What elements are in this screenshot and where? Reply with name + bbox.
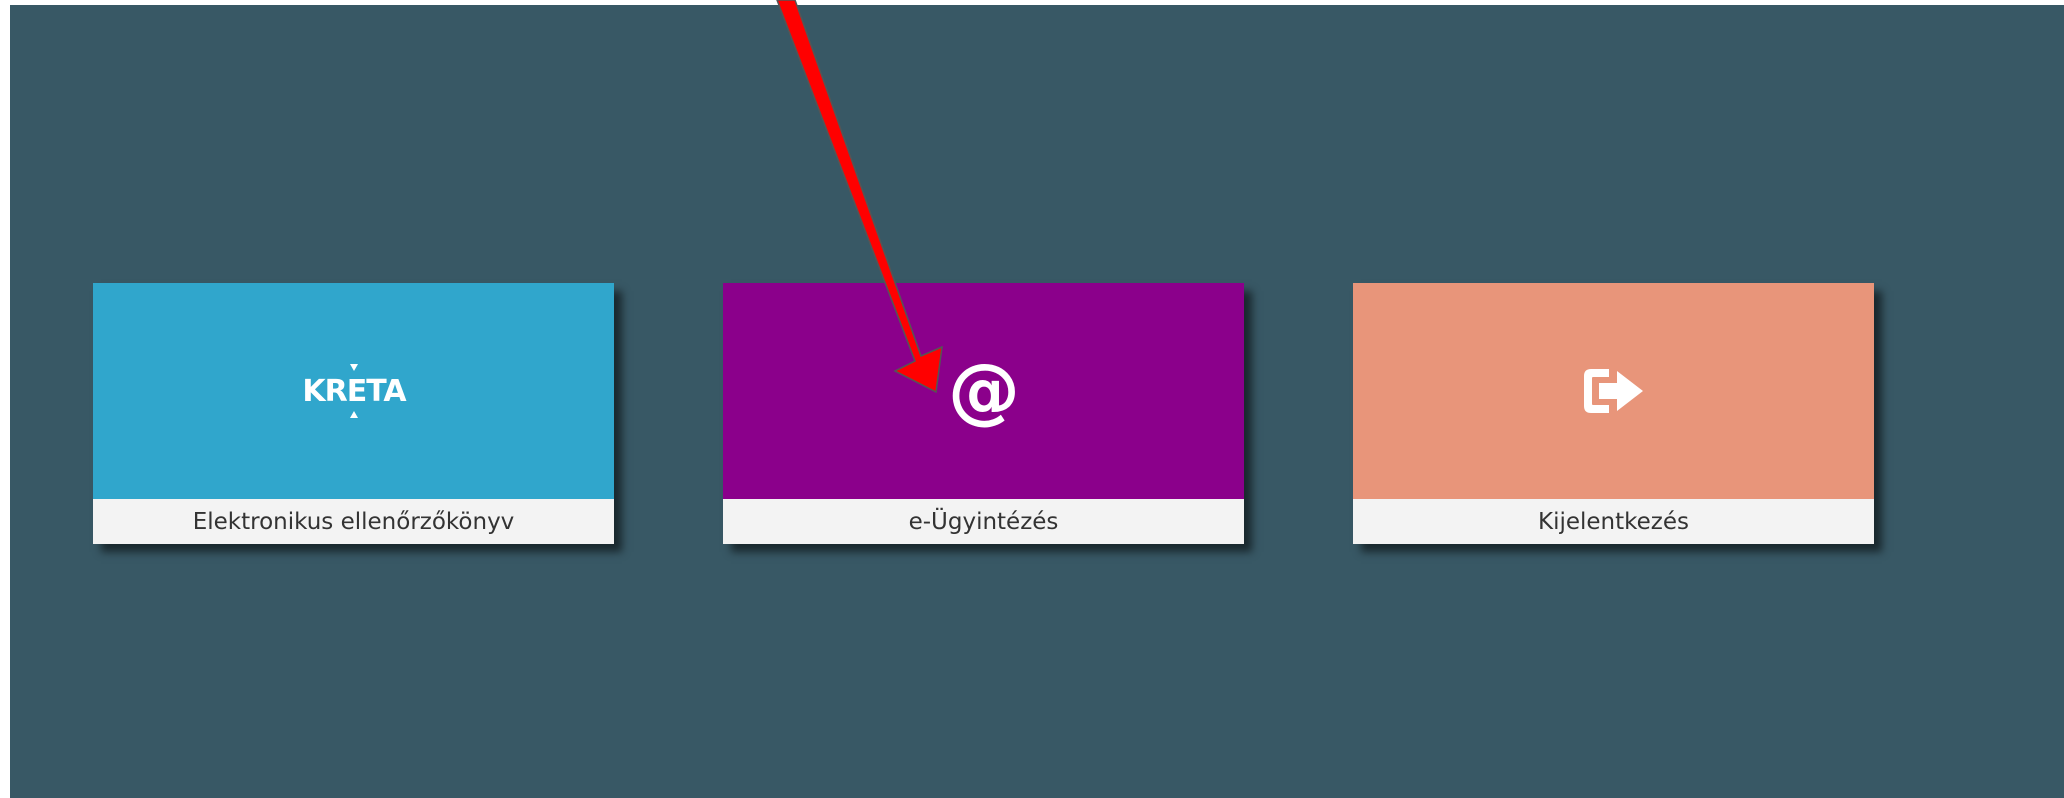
tile-kijelentkezes[interactable]: Kijelentkezés	[1353, 283, 1874, 544]
svg-text:@: @	[948, 351, 1020, 431]
at-icon: @	[948, 351, 1020, 431]
tile-label: Kijelentkezés	[1353, 499, 1874, 544]
tile-label: e-Ügyintézés	[723, 499, 1244, 544]
tile-label: Elektronikus ellenőrzőkönyv	[93, 499, 614, 544]
tile-eugy-face: @	[723, 283, 1244, 499]
kreta-logo-icon: KRETA	[302, 364, 408, 418]
tile-elektronikus-ellenorzokonyv[interactable]: KRETA Elektronikus ellenőrzőkönyv	[93, 283, 614, 544]
logout-icon	[1583, 369, 1643, 413]
tile-e-ugyintezes[interactable]: @ e-Ügyintézés	[723, 283, 1244, 544]
tile-kreta-face: KRETA	[93, 283, 614, 499]
svg-text:KRETA: KRETA	[302, 374, 407, 409]
tile-logout-face	[1353, 283, 1874, 499]
